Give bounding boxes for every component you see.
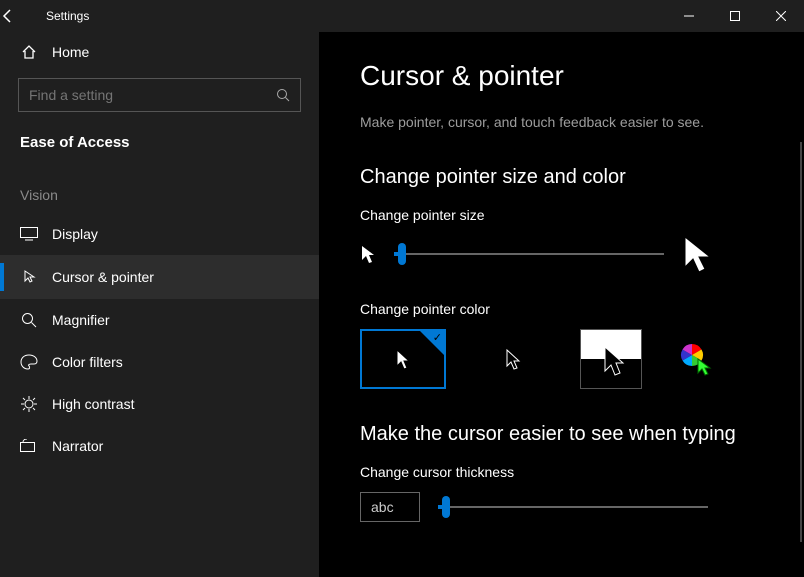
display-icon [20, 227, 38, 241]
section-cursor-typing: Make the cursor easier to see when typin… [360, 423, 764, 446]
narrator-icon [20, 439, 38, 453]
sidebar-item-label: Cursor & pointer [52, 269, 154, 285]
magnifier-icon [20, 312, 38, 328]
sidebar-item-display[interactable]: Display [0, 213, 319, 255]
small-pointer-icon [360, 244, 376, 264]
scrollbar[interactable] [800, 142, 802, 542]
search-input[interactable] [29, 87, 276, 103]
sidebar-item-magnifier[interactable]: Magnifier [0, 299, 319, 341]
page-description: Make pointer, cursor, and touch feedback… [360, 114, 764, 130]
window-title: Settings [46, 9, 89, 23]
section-pointer-size-color: Change pointer size and color [360, 166, 764, 189]
maximize-button[interactable] [712, 0, 758, 32]
sidebar-item-narrator[interactable]: Narrator [0, 425, 319, 467]
contrast-icon [20, 396, 38, 412]
section-label: Ease of Access [0, 126, 319, 169]
label-pointer-size: Change pointer size [360, 207, 764, 223]
large-pointer-icon [682, 235, 712, 273]
palette-icon [20, 354, 38, 370]
titlebar: Settings [0, 0, 804, 32]
sidebar: Home Ease of Access Vision Display Curso… [0, 32, 320, 577]
sidebar-item-label: High contrast [52, 396, 134, 412]
pointer-color-inverted[interactable] [580, 329, 642, 389]
sidebar-item-label: Narrator [52, 438, 103, 454]
close-button[interactable] [758, 0, 804, 32]
home-icon [20, 44, 38, 60]
label-pointer-color: Change pointer color [360, 301, 764, 317]
home-link[interactable]: Home [0, 32, 319, 72]
pointer-color-white[interactable] [360, 329, 446, 389]
pointer-color-custom[interactable] [666, 342, 726, 376]
pointer-size-slider[interactable] [394, 244, 664, 264]
sidebar-item-cursor-pointer[interactable]: Cursor & pointer [0, 255, 319, 299]
page-title: Cursor & pointer [360, 60, 764, 92]
back-button[interactable] [0, 8, 46, 24]
search-icon [276, 88, 290, 102]
minimize-button[interactable] [666, 0, 712, 32]
content-pane: Cursor & pointer Make pointer, cursor, a… [320, 32, 804, 577]
sidebar-item-label: Magnifier [52, 312, 110, 328]
cursor-icon [20, 268, 38, 286]
sidebar-item-high-contrast[interactable]: High contrast [0, 383, 319, 425]
sidebar-item-color-filters[interactable]: Color filters [0, 341, 319, 383]
cursor-thickness-preview: abc [360, 492, 420, 522]
label-cursor-thickness: Change cursor thickness [360, 464, 764, 480]
sidebar-item-label: Display [52, 226, 98, 242]
cursor-thickness-slider[interactable] [438, 497, 708, 517]
home-label: Home [52, 44, 89, 60]
sidebar-item-label: Color filters [52, 354, 123, 370]
pointer-color-black[interactable] [470, 329, 556, 389]
group-vision: Vision [0, 169, 319, 213]
search-box[interactable] [18, 78, 301, 112]
